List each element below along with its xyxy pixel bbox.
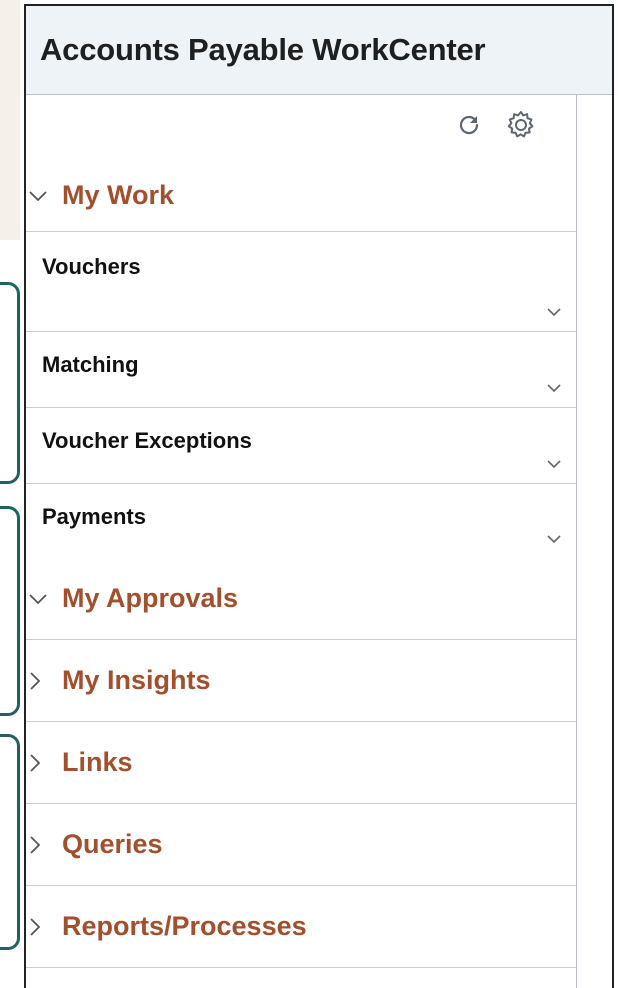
- chevron-right-icon: [26, 671, 62, 691]
- chevron-down-icon[interactable]: [546, 307, 562, 317]
- section-label: Links: [62, 747, 133, 777]
- section-links[interactable]: Links: [26, 722, 576, 804]
- section-label: Reports/Processes: [62, 911, 307, 941]
- panel-header: Accounts Payable WorkCenter: [26, 6, 612, 95]
- list-item-payments[interactable]: Payments: [26, 484, 576, 558]
- workcenter-panel: Accounts Payable WorkCenter My Work Vouc…: [24, 4, 614, 988]
- refresh-icon[interactable]: [452, 108, 486, 142]
- list-item-matching[interactable]: Matching: [26, 332, 576, 408]
- section-my-approvals[interactable]: My Approvals: [26, 558, 576, 640]
- toolbar: [26, 94, 576, 160]
- section-label: My Approvals: [62, 583, 239, 613]
- chevron-right-icon: [26, 917, 62, 937]
- chevron-down-icon: [26, 189, 62, 203]
- gear-icon[interactable]: [504, 108, 538, 142]
- chevron-right-icon: [26, 835, 62, 855]
- list-item-vouchers[interactable]: Vouchers: [26, 254, 576, 332]
- section-label: My Insights: [62, 665, 211, 695]
- section-reports-processes[interactable]: Reports/Processes: [26, 886, 576, 968]
- item-label: Matching: [42, 352, 139, 377]
- section-my-insights[interactable]: My Insights: [26, 640, 576, 722]
- panel-title: Accounts Payable WorkCenter: [40, 32, 486, 67]
- divider: [26, 232, 576, 254]
- callout-box-3: [0, 734, 20, 950]
- item-label: Voucher Exceptions: [42, 428, 252, 453]
- panel-body: My Work Vouchers Matching Voucher Except…: [26, 94, 577, 988]
- chevron-down-icon[interactable]: [546, 383, 562, 393]
- list-item-voucher-exceptions[interactable]: Voucher Exceptions: [26, 408, 576, 484]
- section-queries[interactable]: Queries: [26, 804, 576, 886]
- chevron-down-icon[interactable]: [546, 534, 562, 544]
- section-label: My Work: [62, 180, 175, 210]
- section-my-work[interactable]: My Work: [26, 160, 576, 232]
- item-label: Payments: [42, 504, 146, 529]
- section-label: Queries: [62, 829, 163, 859]
- callout-box-1: [0, 282, 20, 484]
- background-panel: [0, 0, 20, 240]
- callout-box-2: [0, 506, 20, 716]
- chevron-right-icon: [26, 753, 62, 773]
- item-label: Vouchers: [42, 254, 141, 279]
- chevron-down-icon: [26, 592, 62, 606]
- chevron-down-icon[interactable]: [546, 459, 562, 469]
